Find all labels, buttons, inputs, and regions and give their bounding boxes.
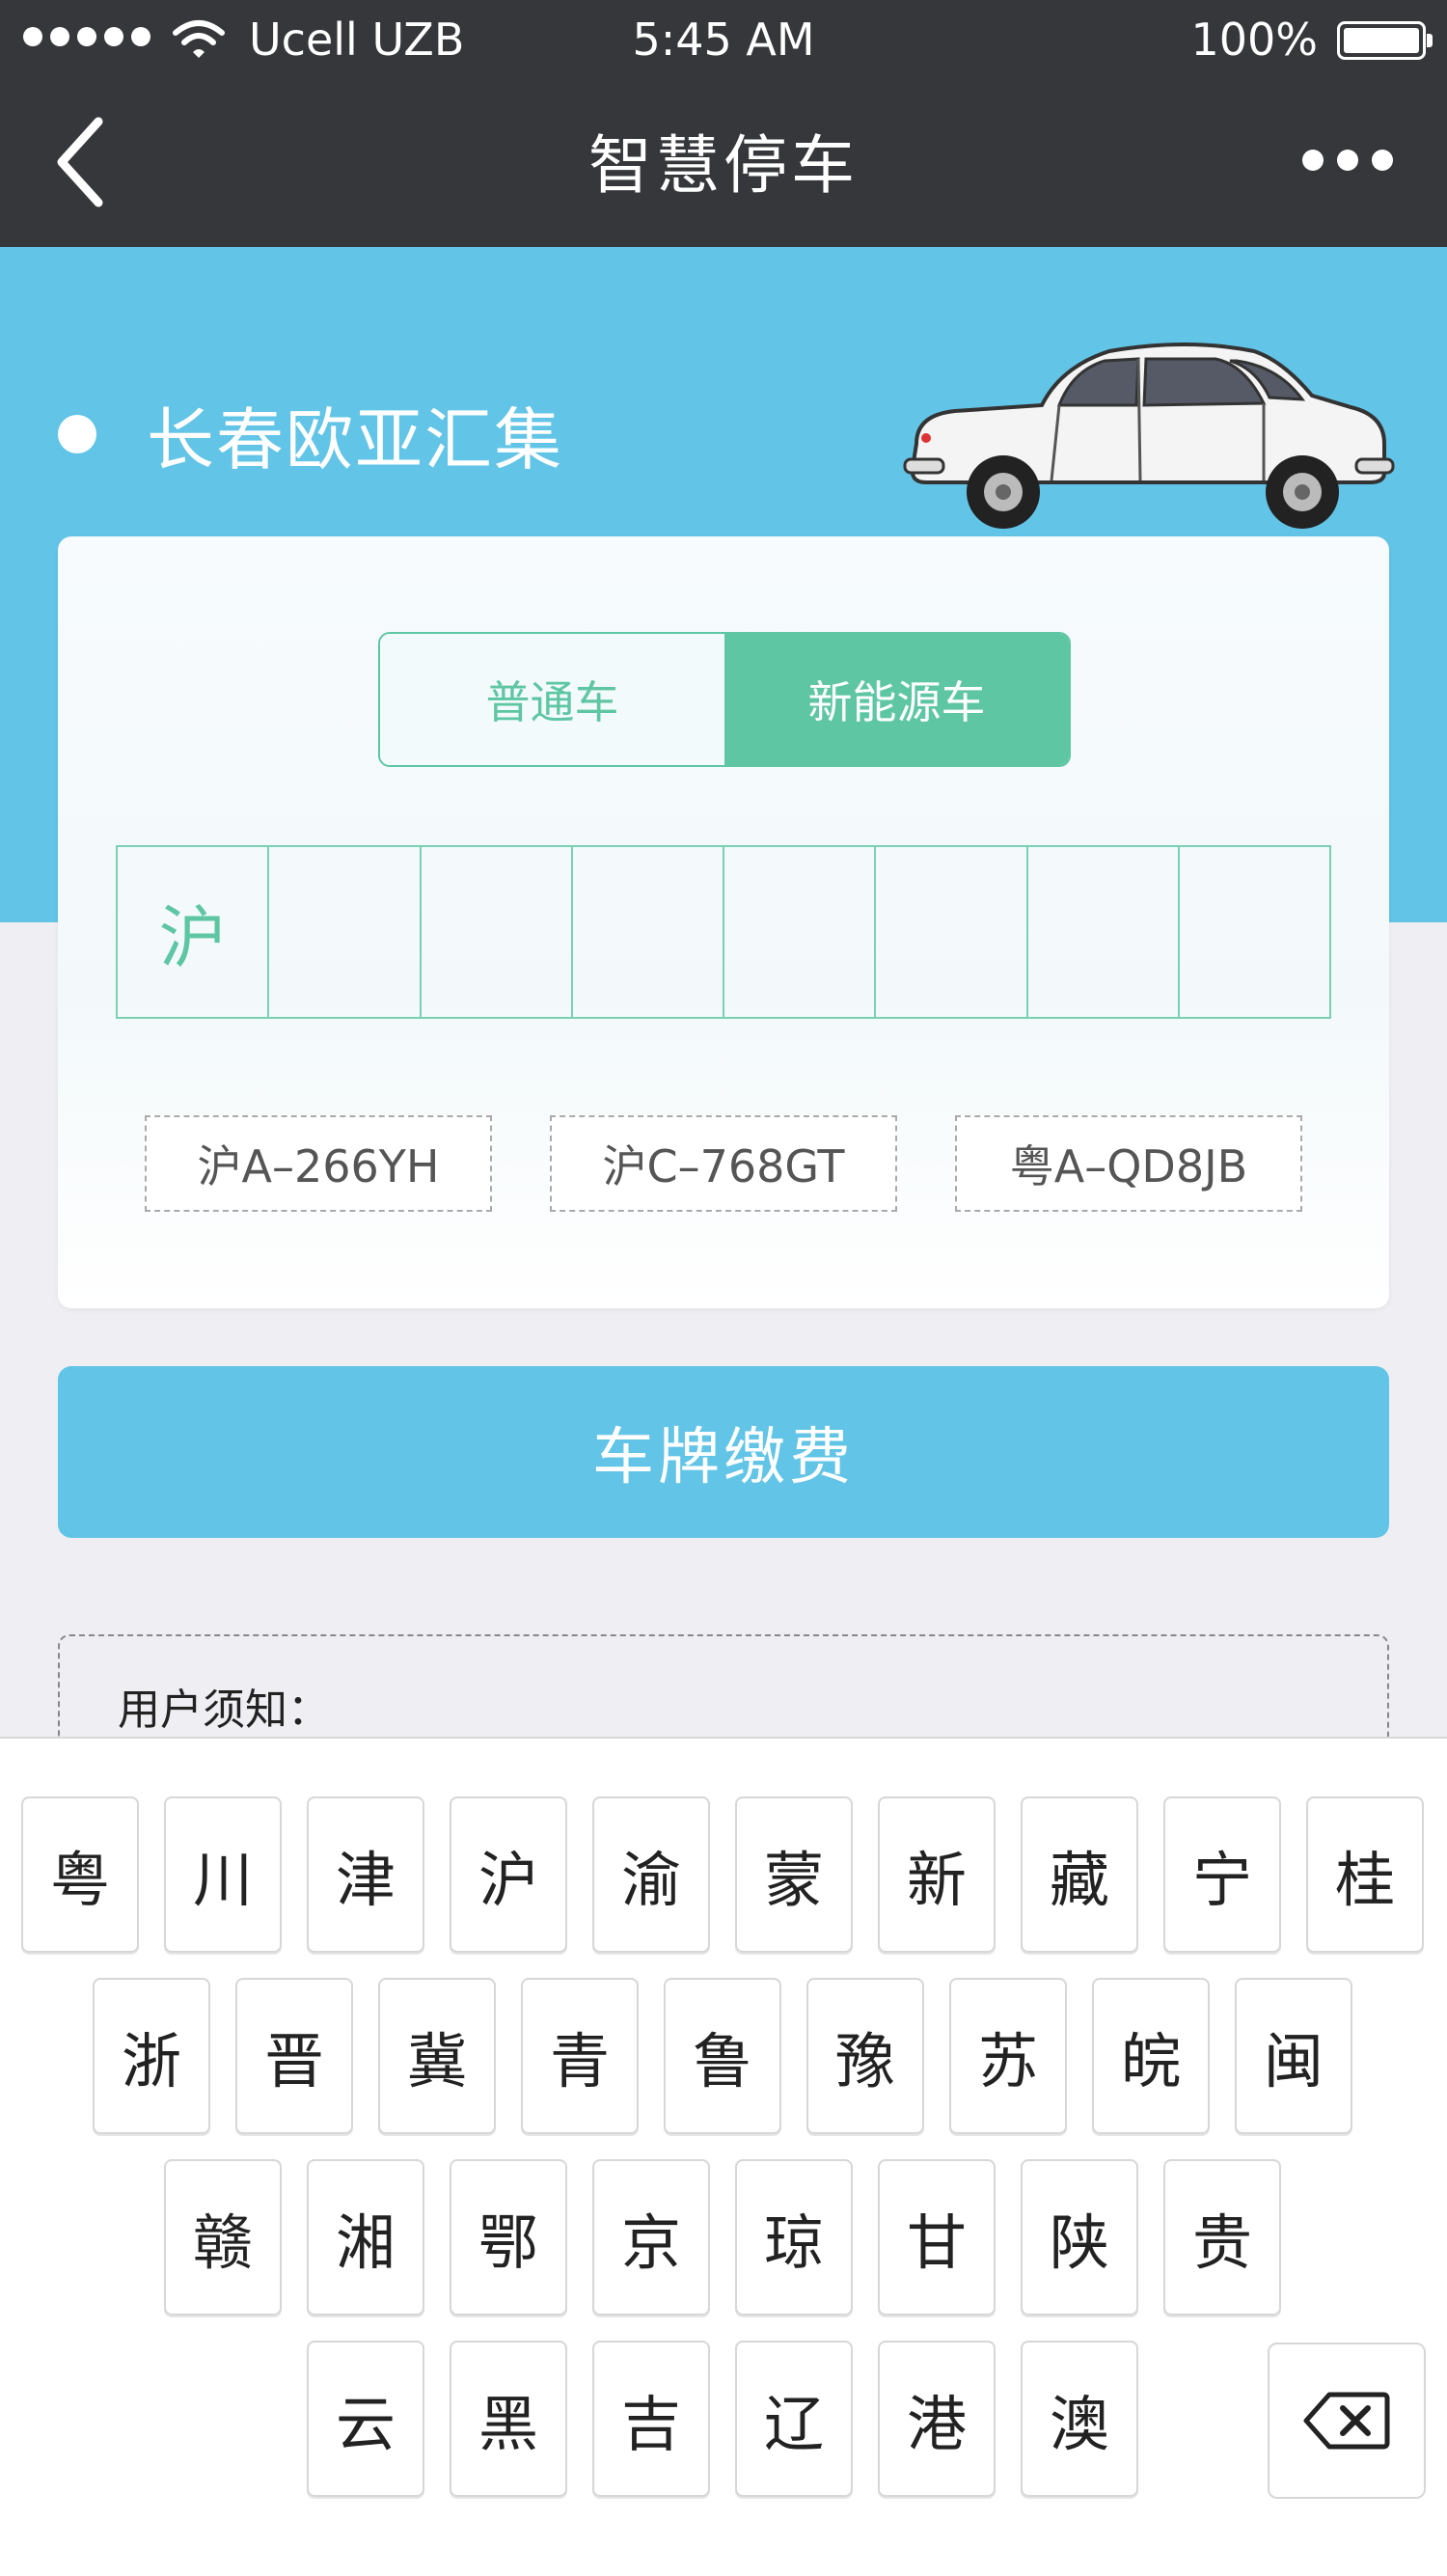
car-illustration-icon — [903, 343, 1395, 529]
keyboard-key[interactable]: 鲁 — [664, 1978, 781, 2134]
plate-cell[interactable] — [876, 847, 1028, 1017]
history-plate-chip[interactable]: 沪C–768GT — [550, 1115, 897, 1212]
parking-lot-name: 长春欧亚汇集 — [147, 400, 563, 480]
keyboard-key[interactable]: 津 — [307, 1796, 424, 1953]
keyboard-key[interactable]: 贵 — [1163, 2159, 1281, 2316]
keyboard-key[interactable]: 苏 — [949, 1978, 1067, 2134]
keyboard-key[interactable]: 宁 — [1163, 1796, 1281, 1953]
battery-percent: 100% — [1190, 14, 1318, 66]
plate-cell[interactable] — [1028, 847, 1180, 1017]
keyboard-key[interactable]: 沪 — [450, 1796, 567, 1953]
keyboard-key[interactable]: 蒙 — [735, 1796, 853, 1953]
keyboard-key[interactable]: 藏 — [1021, 1796, 1138, 1953]
vehicle-type-toggle: 普通车 新能源车 — [378, 632, 1071, 767]
keyboard-key[interactable]: 澳 — [1021, 2341, 1138, 2497]
plate-cell[interactable] — [422, 847, 573, 1017]
keyboard-key[interactable]: 皖 — [1092, 1978, 1210, 2134]
plate-cell[interactable] — [724, 847, 877, 1017]
keyboard-key[interactable]: 冀 — [378, 1978, 496, 2134]
top-bar: Ucell UZB 5:45 AM 100% 智慧停车 — [0, 0, 1447, 247]
keyboard-key[interactable]: 桂 — [1306, 1796, 1424, 1953]
keyboard-key[interactable]: 港 — [878, 2341, 996, 2497]
keyboard-key[interactable]: 赣 — [164, 2159, 282, 2316]
keyboard-key[interactable]: 渝 — [592, 1796, 710, 1953]
location-dot-icon — [58, 415, 96, 453]
keyboard-key[interactable]: 川 — [164, 1796, 282, 1953]
plate-cell[interactable] — [269, 847, 422, 1017]
battery-icon — [1337, 21, 1433, 60]
status-bar: Ucell UZB 5:45 AM 100% — [0, 0, 1447, 83]
plate-cell-province[interactable]: 沪 — [118, 847, 270, 1017]
keyboard-key[interactable]: 浙 — [93, 1978, 210, 2134]
page-title: 智慧停车 — [588, 128, 859, 203]
plate-pay-button[interactable]: 车牌缴费 — [58, 1366, 1389, 1538]
keyboard-key[interactable]: 鄂 — [450, 2159, 567, 2316]
keyboard-key[interactable]: 辽 — [735, 2341, 853, 2497]
more-options-icon[interactable] — [1302, 150, 1393, 171]
keyboard-key[interactable]: 豫 — [806, 1978, 924, 2134]
keyboard-key[interactable]: 青 — [521, 1978, 639, 2134]
keyboard-key[interactable]: 闽 — [1235, 1978, 1352, 2134]
delete-key[interactable] — [1268, 2343, 1426, 2499]
backspace-icon — [1303, 2392, 1390, 2450]
user-notice-title: 用户须知： — [118, 1685, 330, 1735]
keyboard-key[interactable]: 琼 — [735, 2159, 853, 2316]
history-plate-chip[interactable]: 粤A–QD8JB — [955, 1115, 1302, 1212]
keyboard-key[interactable]: 云 — [307, 2341, 424, 2497]
history-plate-chip[interactable]: 沪A–266YH — [145, 1115, 492, 1212]
keyboard-key[interactable]: 新 — [878, 1796, 996, 1953]
keyboard-key[interactable]: 湘 — [307, 2159, 424, 2316]
keyboard-key[interactable]: 甘 — [878, 2159, 996, 2316]
plate-cell[interactable] — [573, 847, 724, 1017]
plate-number-input: 沪 — [116, 845, 1331, 1019]
keyboard-key[interactable]: 吉 — [592, 2341, 710, 2497]
keyboard-key[interactable]: 黑 — [450, 2341, 567, 2497]
tab-regular-car[interactable]: 普通车 — [380, 634, 724, 765]
keyboard-key[interactable]: 粤 — [21, 1796, 139, 1953]
user-notice-box: 用户须知： — [58, 1634, 1389, 1750]
keyboard-key[interactable]: 晋 — [235, 1978, 353, 2134]
plate-cell[interactable] — [1180, 847, 1329, 1017]
keyboard-key[interactable]: 京 — [592, 2159, 710, 2316]
keyboard-key[interactable]: 陕 — [1021, 2159, 1138, 2316]
tab-new-energy-car[interactable]: 新能源车 — [724, 634, 1069, 765]
